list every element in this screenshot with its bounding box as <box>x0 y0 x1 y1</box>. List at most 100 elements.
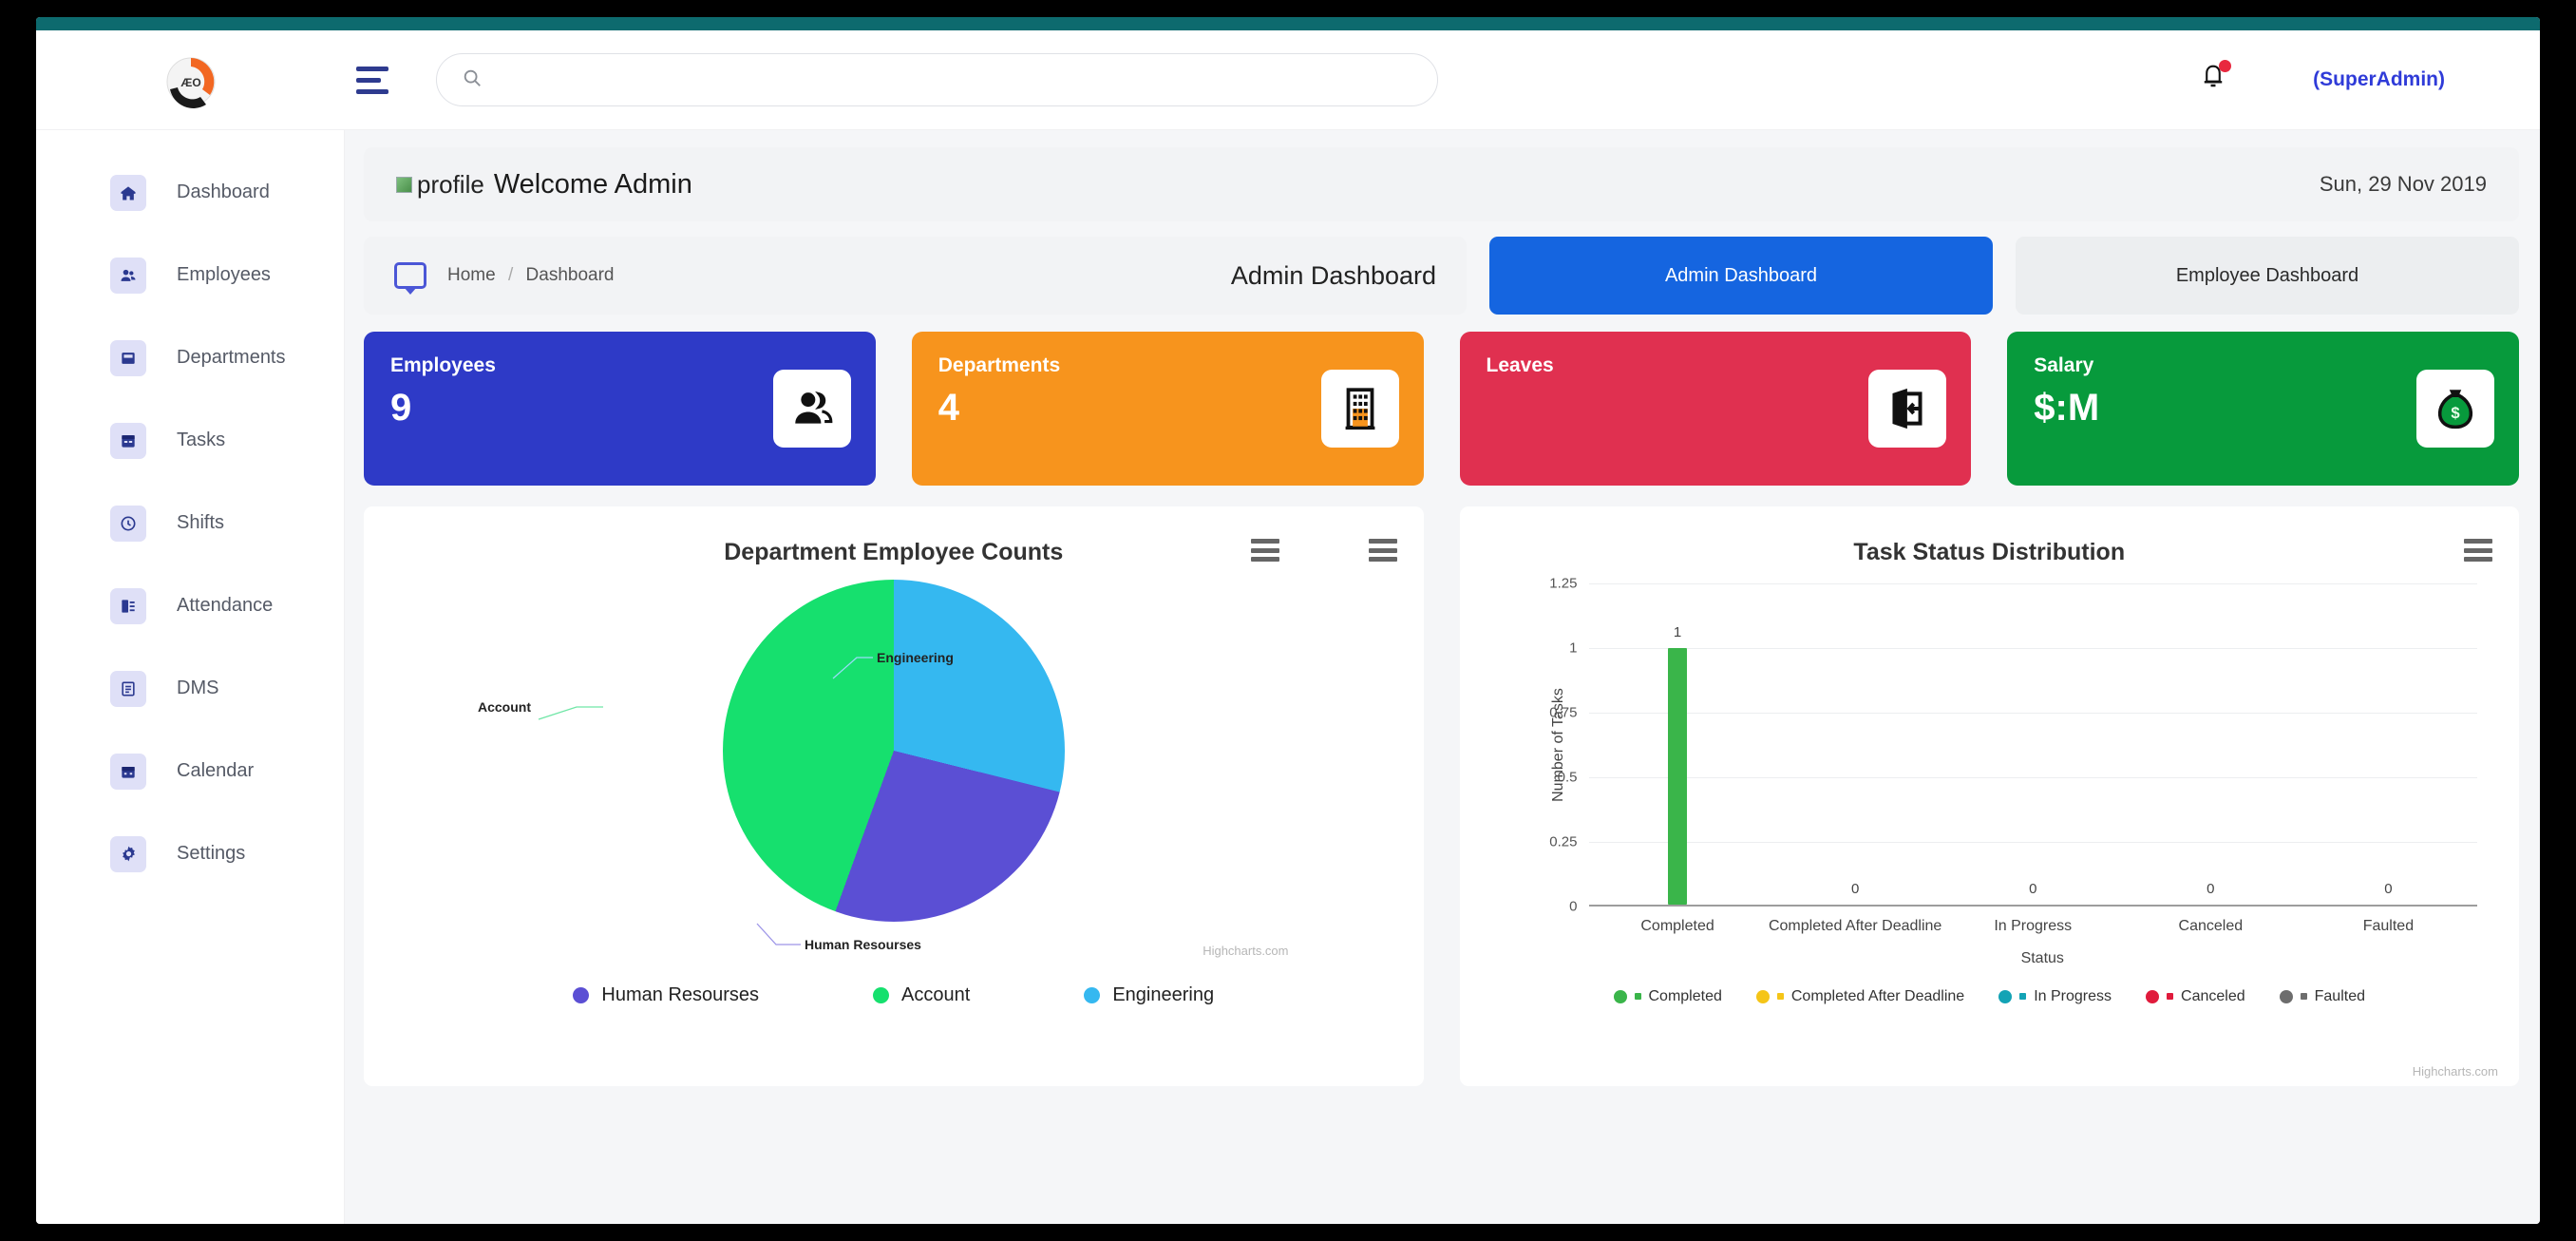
legend-item-in-progress[interactable]: In Progress <box>1998 988 2112 1005</box>
welcome-banner: profile Welcome Admin Sun, 29 Nov 2019 <box>364 147 2519 221</box>
sidebar-item-tasks[interactable]: Tasks <box>36 399 344 482</box>
sidebar-item-employees[interactable]: Employees <box>36 234 344 316</box>
bar-chart-card: Task Status Distribution Number of Tasks… <box>1459 506 2519 1086</box>
sidebar-item-label: Calendar <box>177 760 255 781</box>
legend-item-human-resources[interactable]: Human Resourses <box>573 984 759 1006</box>
x-tick-label: Faulted <box>2362 918 2415 934</box>
sidebar-item-label: Employees <box>177 264 271 285</box>
legend-label: Faulted <box>2314 987 2365 1004</box>
legend-item-completed[interactable]: Completed <box>1613 987 1722 1005</box>
bar-chart-credit: Highcharts.com <box>2412 1064 2498 1079</box>
sidebar-item-label: DMS <box>177 678 219 698</box>
legend-label: Account <box>901 984 971 1005</box>
user-role-label[interactable]: (SuperAdmin) <box>2313 68 2445 91</box>
sidebar-item-label: Settings <box>177 843 246 864</box>
clock-icon <box>110 505 146 542</box>
gear-icon <box>110 835 146 872</box>
bar-value-label: 0 <box>1850 881 1860 897</box>
bar-completed[interactable] <box>1668 647 1688 905</box>
legend-item-account[interactable]: Account <box>873 984 970 1006</box>
stat-card-departments[interactable]: Departments 4 <box>911 332 1424 486</box>
bar-value-label: 0 <box>2029 881 2037 897</box>
legend-item-engineering[interactable]: Engineering <box>1084 984 1214 1006</box>
y-tick-label: 0.5 <box>1557 769 1578 786</box>
legend-marker <box>1634 993 1641 1001</box>
y-tick-label: 0.25 <box>1549 833 1578 850</box>
legend-color-swatch <box>2279 989 2293 1003</box>
sidebar-item-shifts[interactable]: Shifts <box>36 482 344 564</box>
sidebar-navigation: Dashboard Employees Departments Tasks Sh… <box>36 130 345 1224</box>
stat-value: $:M <box>2034 387 2100 429</box>
legend-item-faulted[interactable]: Faulted <box>2279 987 2365 1005</box>
bar-chart-menu-icon[interactable] <box>2464 539 2492 562</box>
notifications-button[interactable] <box>2199 59 2232 98</box>
y-tick-label: 0.75 <box>1549 704 1578 721</box>
pie-slice-label-engineering: Engineering <box>877 650 954 665</box>
brand-logo[interactable]: ÆO <box>36 30 345 129</box>
x-tick-label: Completed <box>1640 918 1714 934</box>
menu-toggle-icon[interactable] <box>356 61 398 99</box>
search-icon <box>462 67 483 93</box>
bar-slot: 1 <box>1589 583 1767 905</box>
office-building-icon <box>1320 370 1399 448</box>
profile-image-placeholder: profile <box>396 170 484 200</box>
stat-card-employees[interactable]: Employees 9 <box>364 332 876 486</box>
stat-card-salary[interactable]: Salary $:M $ <box>2007 332 2519 486</box>
sidebar-item-label: Dashboard <box>177 181 270 202</box>
bell-icon <box>2199 65 2227 97</box>
app-body: Dashboard Employees Departments Tasks Sh… <box>36 130 2540 1224</box>
legend-item-canceled[interactable]: Canceled <box>2146 988 2245 1005</box>
sidebar-item-settings[interactable]: Settings <box>36 812 344 895</box>
stat-cards-row: Employees 9 Departments 4 Leaves Salary … <box>364 332 2519 486</box>
calendar-icon <box>110 753 146 790</box>
main-content: profile Welcome Admin Sun, 29 Nov 2019 H… <box>345 130 2540 1224</box>
monitor-icon <box>394 262 426 289</box>
sidebar-item-departments[interactable]: Departments <box>36 316 344 399</box>
stat-card-leaves[interactable]: Leaves <box>1459 332 1972 486</box>
y-tick-label: 1 <box>1569 640 1578 657</box>
breadcrumb-current: Dashboard <box>525 265 615 285</box>
y-tick-label: 1.25 <box>1549 575 1578 592</box>
pie-slice-label-human-resources: Human Resourses <box>805 937 921 952</box>
sidebar-item-dashboard[interactable]: Dashboard <box>36 151 344 234</box>
legend-label: In Progress <box>2034 987 2112 1004</box>
pie-chart-export-icon[interactable] <box>1368 539 1397 562</box>
legend-marker <box>2019 993 2027 1001</box>
legend-label: Completed <box>1648 987 1722 1004</box>
users-icon <box>772 370 851 448</box>
legend-marker <box>1776 993 1784 1001</box>
bar-value-label: 1 <box>1673 623 1682 640</box>
pie-chart-menu-icon[interactable] <box>1250 539 1279 562</box>
legend-item-completed-after-deadline[interactable]: Completed After Deadline <box>1755 988 1964 1005</box>
tab-employee-dashboard[interactable]: Employee Dashboard <box>2016 237 2519 315</box>
breadcrumb: Home / Dashboard Admin Dashboard <box>364 237 1467 315</box>
sidebar-item-calendar[interactable]: Calendar <box>36 730 344 812</box>
svg-text:$: $ <box>2451 404 2460 422</box>
stat-value: 4 <box>938 387 959 429</box>
tab-admin-dashboard[interactable]: Admin Dashboard <box>1489 237 1993 315</box>
sidebar-item-label: Departments <box>177 347 286 368</box>
search-bar[interactable] <box>436 53 1438 106</box>
sidebar-item-dms[interactable]: DMS <box>36 647 344 730</box>
stat-label: Salary <box>2034 354 2094 376</box>
accent-strip <box>36 17 2540 30</box>
home-icon <box>110 174 146 211</box>
notification-badge-dot <box>2219 59 2232 72</box>
logo-icon: ÆO <box>157 46 225 114</box>
sidebar-item-attendance[interactable]: Attendance <box>36 564 344 647</box>
legend-color-swatch <box>1084 987 1101 1003</box>
hamburger-bar <box>356 88 388 94</box>
charts-row: Department Employee Counts Engineering A… <box>364 506 2519 1086</box>
search-input[interactable] <box>496 69 1412 90</box>
legend-color-swatch <box>1613 989 1627 1003</box>
users-icon <box>110 257 146 294</box>
breadcrumb-home[interactable]: Home <box>447 265 496 285</box>
bar-slot: 0 <box>2300 583 2477 905</box>
legend-color-swatch <box>873 987 890 1003</box>
app-window: ÆO (SuperAdmin) Dashboard Employees Depa… <box>36 17 2540 1224</box>
y-tick-label: 0 <box>1569 898 1578 915</box>
legend-label: Canceled <box>2181 987 2245 1004</box>
hamburger-bar <box>356 77 381 83</box>
exit-door-icon <box>1868 370 1947 448</box>
sidebar-item-label: Shifts <box>177 512 225 533</box>
